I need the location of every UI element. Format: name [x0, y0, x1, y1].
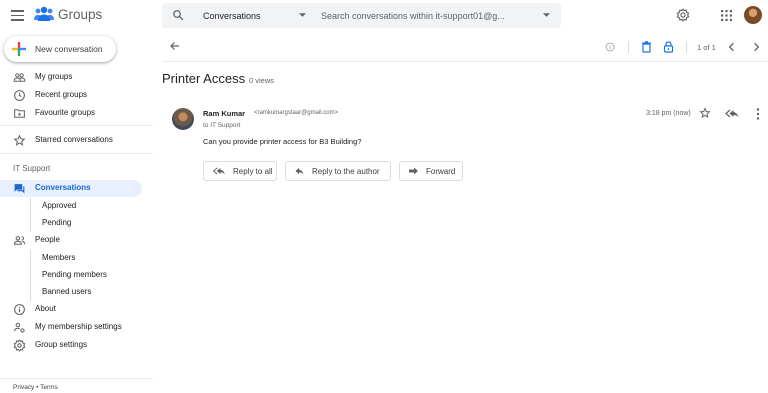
privacy-link[interactable]: Privacy: [13, 384, 34, 391]
sidebar-item-label: Pending members: [42, 270, 107, 279]
sidebar-item-label: My groups: [35, 72, 73, 81]
author-email: <ramkumargstaar@gmail.com>: [254, 110, 339, 116]
reply-all-icon[interactable]: [725, 109, 739, 118]
sidebar-item-people[interactable]: People: [0, 232, 150, 249]
groups-icon: [13, 73, 26, 82]
group-section-title: IT Support: [13, 164, 51, 173]
forward-button[interactable]: Forward: [399, 161, 463, 181]
forward-label: Forward: [426, 166, 456, 176]
sidebar-item-about[interactable]: About: [0, 301, 150, 318]
sidebar-item-banned-users[interactable]: Banned users: [0, 284, 150, 301]
sidebar-divider: [0, 153, 153, 154]
toolbar-divider: [628, 41, 629, 53]
view-count: 0 views: [249, 76, 275, 85]
main-menu-icon[interactable]: [11, 10, 24, 22]
conversation-title: Printer Access: [162, 71, 246, 86]
sidebar-item-label: About: [35, 304, 56, 313]
sidebar-divider: [0, 378, 153, 379]
account-avatar[interactable]: [744, 6, 762, 24]
sidebar-item-label: Members: [42, 253, 76, 262]
sidebar-item-label: My membership settings: [35, 322, 122, 331]
star-outline-icon[interactable]: [699, 107, 711, 119]
settings-gear-icon[interactable]: [676, 8, 690, 22]
back-arrow-icon[interactable]: [169, 40, 181, 52]
forward-arrow-icon: [409, 167, 418, 175]
reply-all-label: Reply to all: [233, 166, 273, 176]
new-conversation-button[interactable]: New conversation: [4, 36, 116, 62]
app-name: Groups: [58, 6, 103, 22]
search-bar: Conversations: [162, 3, 561, 28]
reply-icon: [295, 167, 304, 175]
sidebar-item-my-groups[interactable]: My groups: [0, 69, 150, 86]
info-icon: [14, 304, 25, 315]
top-bar: Groups Conversations: [0, 0, 768, 33]
sidebar-item-label: Recent groups: [35, 90, 88, 99]
reply-all-button[interactable]: Reply to all: [203, 161, 277, 181]
sidebar-item-group-settings[interactable]: Group settings: [0, 337, 150, 354]
search-options-chevron-icon[interactable]: [543, 13, 550, 17]
more-vert-icon[interactable]: [756, 108, 760, 120]
chevron-down-icon: [299, 13, 306, 17]
star-outline-icon: [13, 134, 26, 146]
clock-icon: [14, 90, 25, 101]
page-count: 1 of 1: [697, 43, 716, 52]
sidebar-item-favourite-groups[interactable]: Favourite groups: [0, 105, 150, 122]
groups-logo-icon: [34, 6, 54, 21]
chevron-left-icon[interactable]: [727, 42, 736, 52]
search-scope-label: Conversations: [203, 10, 261, 21]
lock-icon[interactable]: [663, 41, 674, 53]
author-name[interactable]: Ram Kumar: [203, 109, 245, 118]
new-conversation-label: New conversation: [35, 44, 103, 54]
folder-star-icon: [14, 109, 25, 118]
sidebar-item-membership-settings[interactable]: My membership settings: [0, 319, 150, 336]
plus-icon: [12, 42, 26, 56]
sidebar-item-label: Conversations: [35, 183, 91, 192]
sidebar-item-pending[interactable]: Pending: [0, 215, 150, 232]
message-body: Can you provide printer access for B3 Bu…: [203, 137, 362, 146]
sidebar-item-label: Favourite groups: [35, 108, 96, 117]
search-input[interactable]: [321, 8, 536, 23]
apps-grid-icon[interactable]: [721, 10, 732, 21]
sidebar-item-approved[interactable]: Approved: [0, 198, 150, 215]
sidebar-item-conversations[interactable]: Conversations: [0, 180, 142, 197]
sidebar-item-members[interactable]: Members: [0, 250, 150, 267]
reply-all-icon: [212, 167, 225, 175]
sidebar-item-label: Approved: [42, 201, 77, 210]
author-avatar[interactable]: [172, 108, 194, 130]
recipient-line: to IT Support: [203, 122, 241, 129]
groups-logo[interactable]: Groups: [34, 6, 102, 22]
toolbar-divider: [686, 41, 687, 53]
message-time: 3:18 pm (now): [646, 110, 691, 117]
conversations-icon: [14, 184, 25, 194]
sidebar-item-label: Banned users: [42, 287, 92, 296]
footer-links: Privacy • Terms: [13, 384, 58, 391]
trash-icon[interactable]: [641, 41, 652, 53]
sidebar-item-label: Group settings: [35, 340, 88, 349]
search-icon[interactable]: [172, 9, 184, 21]
sidebar-item-label: Starred conversations: [35, 135, 113, 144]
people-icon: [13, 236, 26, 245]
gear-icon: [13, 339, 26, 352]
sidebar-divider: [0, 125, 153, 126]
terms-link[interactable]: Terms: [40, 384, 58, 391]
person-settings-icon: [14, 322, 25, 333]
reply-author-label: Reply to the author: [312, 166, 380, 176]
reply-author-button[interactable]: Reply to the author: [285, 161, 391, 181]
sidebar-item-pending-members[interactable]: Pending members: [0, 267, 150, 284]
chevron-right-icon[interactable]: [752, 42, 761, 52]
sidebar-item-recent-groups[interactable]: Recent groups: [0, 87, 150, 104]
sidebar-item-label: Pending: [42, 218, 72, 227]
sidebar-item-starred-conversations[interactable]: Starred conversations: [0, 132, 150, 149]
search-scope-select[interactable]: Conversations: [203, 3, 333, 28]
info-icon[interactable]: [605, 42, 615, 52]
toolbar-bottom-divider: [162, 61, 768, 62]
sidebar-item-label: People: [35, 235, 60, 244]
